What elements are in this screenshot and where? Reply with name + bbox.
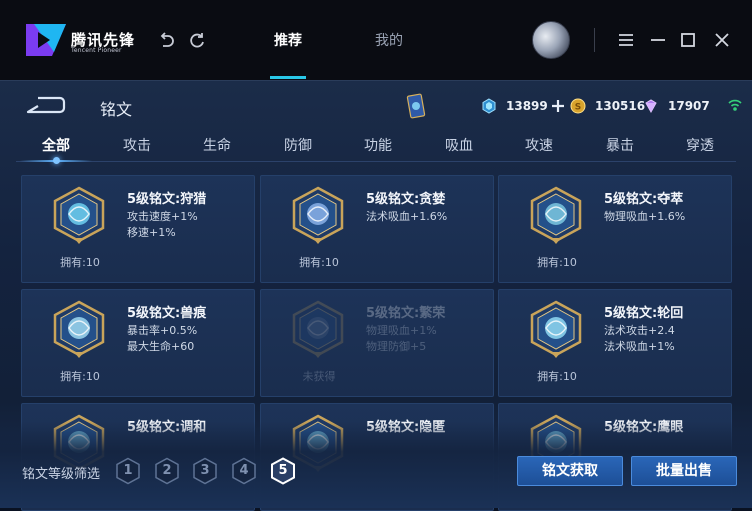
tab-health[interactable]: 生命: [197, 135, 237, 155]
level-filter-3[interactable]: 3: [192, 457, 218, 485]
inscription-attribute: 物理防御+5: [366, 340, 427, 353]
inscription-name: 5级铭文:狩猎: [127, 192, 207, 207]
owned-count: 拥有:10: [537, 256, 577, 269]
tab-divider: [16, 161, 736, 162]
inscription-card[interactable]: 拥有:10 5级铭文:轮回 法术攻击+2.4 法术吸血+1%: [498, 289, 732, 397]
tab-recommend[interactable]: 推荐: [274, 30, 302, 50]
inscription-page-card-icon[interactable]: [406, 93, 426, 119]
owned-count: 未获得: [302, 370, 336, 383]
level-number: 3: [200, 463, 210, 478]
inscription-gem-icon: [53, 300, 105, 358]
owned-count: 拥有:10: [60, 370, 100, 383]
tab-lifesteal[interactable]: 吸血: [439, 135, 479, 155]
inscription-name: 5级铭文:贪婪: [366, 192, 446, 207]
back-arrow-icon[interactable]: [24, 96, 66, 116]
inscription-gem-icon: [530, 186, 582, 244]
maximize-icon[interactable]: [678, 30, 698, 50]
inscription-attribute: 法术吸血+1.6%: [366, 210, 448, 223]
crystal-amount: 17907: [668, 99, 710, 113]
diamond-amount: 13899: [506, 99, 548, 113]
gold-amount: 130516: [595, 99, 646, 113]
inscription-name: 5级铭文:夺萃: [604, 192, 684, 207]
tab-mine[interactable]: 我的: [375, 30, 403, 50]
inscription-name: 5级铭文:轮回: [604, 306, 684, 321]
tab-penetration[interactable]: 穿透: [680, 135, 720, 155]
logo-subtext: Tencent Pioneer: [71, 47, 122, 54]
owned-count: 拥有:10: [60, 256, 100, 269]
inscription-gem-icon: [292, 186, 344, 244]
tencent-pioneer-logo-icon: [26, 24, 66, 56]
currency-gold: S 130516: [570, 96, 645, 116]
level-filter-label: 铭文等级筛选: [22, 467, 101, 482]
inscription-attribute: 法术吸血+1%: [604, 340, 675, 353]
purple-crystal-icon: [645, 99, 657, 114]
menu-icon[interactable]: [616, 30, 636, 50]
inscription-panel: 铭文 13899 S 130516 17907 全部 攻击 生命 防御 功能 吸…: [0, 80, 752, 511]
inscription-card[interactable]: 拥有:10 5级铭文:贪婪 法术吸血+1.6%: [260, 175, 494, 283]
inscription-attribute: 暴击率+0.5%: [127, 324, 198, 337]
tab-defense[interactable]: 防御: [278, 135, 318, 155]
owned-count: 拥有:10: [299, 256, 339, 269]
inscription-gem-icon: [53, 186, 105, 244]
divider: [594, 28, 595, 52]
inscription-name: 5级铭文:兽痕: [127, 306, 207, 321]
inscription-name: 5级铭文:繁荣: [366, 306, 446, 321]
app-header: 腾讯先锋 Tencent Pioneer 推荐 我的: [0, 0, 752, 80]
owned-count: 拥有:10: [537, 370, 577, 383]
close-icon[interactable]: [712, 30, 732, 50]
level-number: 2: [162, 463, 172, 478]
level-number: 4: [239, 463, 249, 478]
minimize-icon[interactable]: [648, 30, 668, 50]
inscription-attribute: 攻击速度+1%: [127, 210, 198, 223]
inscription-card[interactable]: 拥有:10 5级铭文:兽痕 暴击率+0.5% 最大生命+60: [21, 289, 255, 397]
level-filter-4[interactable]: 4: [231, 457, 257, 485]
level-filter-2[interactable]: 2: [154, 457, 180, 485]
diamond-coin-icon: [482, 98, 496, 114]
inscription-gem-icon: [530, 300, 582, 358]
add-currency-icon[interactable]: [551, 99, 565, 113]
currency-crystal: 17907: [643, 96, 710, 116]
inscription-card[interactable]: 拥有:10 5级铭文:狩猎 攻击速度+1% 移速+1%: [21, 175, 255, 283]
inscription-attribute: 移速+1%: [127, 226, 176, 239]
active-tab-indicator: [270, 76, 306, 79]
inscription-attribute: 物理吸血+1%: [366, 324, 437, 337]
tab-attack[interactable]: 攻击: [117, 135, 157, 155]
avatar[interactable]: [532, 21, 570, 59]
inscription-card[interactable]: 未获得 5级铭文:繁荣 物理吸血+1% 物理防御+5: [260, 289, 494, 397]
inscription-attribute: 物理吸血+1.6%: [604, 210, 686, 223]
inscription-gem-icon: [292, 300, 344, 358]
refresh-icon[interactable]: [187, 30, 207, 50]
inscription-card[interactable]: 拥有:10 5级铭文:夺萃 物理吸血+1.6%: [498, 175, 732, 283]
inscription-attribute: 最大生命+60: [127, 340, 195, 353]
tab-utility[interactable]: 功能: [358, 135, 398, 155]
level-filter-5[interactable]: 5: [270, 457, 296, 485]
tab-critical[interactable]: 暴击: [600, 135, 640, 155]
gold-coin-icon: S: [570, 98, 586, 114]
currency-diamond: 13899: [481, 96, 565, 116]
obtain-inscription-button[interactable]: 铭文获取: [517, 456, 623, 486]
undo-icon[interactable]: [156, 30, 176, 50]
bulk-sell-button[interactable]: 批量出售: [631, 456, 737, 486]
level-number: 5: [278, 463, 288, 478]
level-number: 1: [123, 463, 133, 478]
page-title: 铭文: [100, 100, 133, 119]
inscription-attribute: 法术攻击+2.4: [604, 324, 675, 337]
tab-attack-speed[interactable]: 攻速: [519, 135, 559, 155]
svg-text:S: S: [575, 103, 581, 113]
active-category-dot: [53, 157, 60, 164]
tab-all[interactable]: 全部: [36, 135, 76, 155]
level-filter-1[interactable]: 1: [115, 457, 141, 485]
signal-icon: [728, 99, 742, 111]
